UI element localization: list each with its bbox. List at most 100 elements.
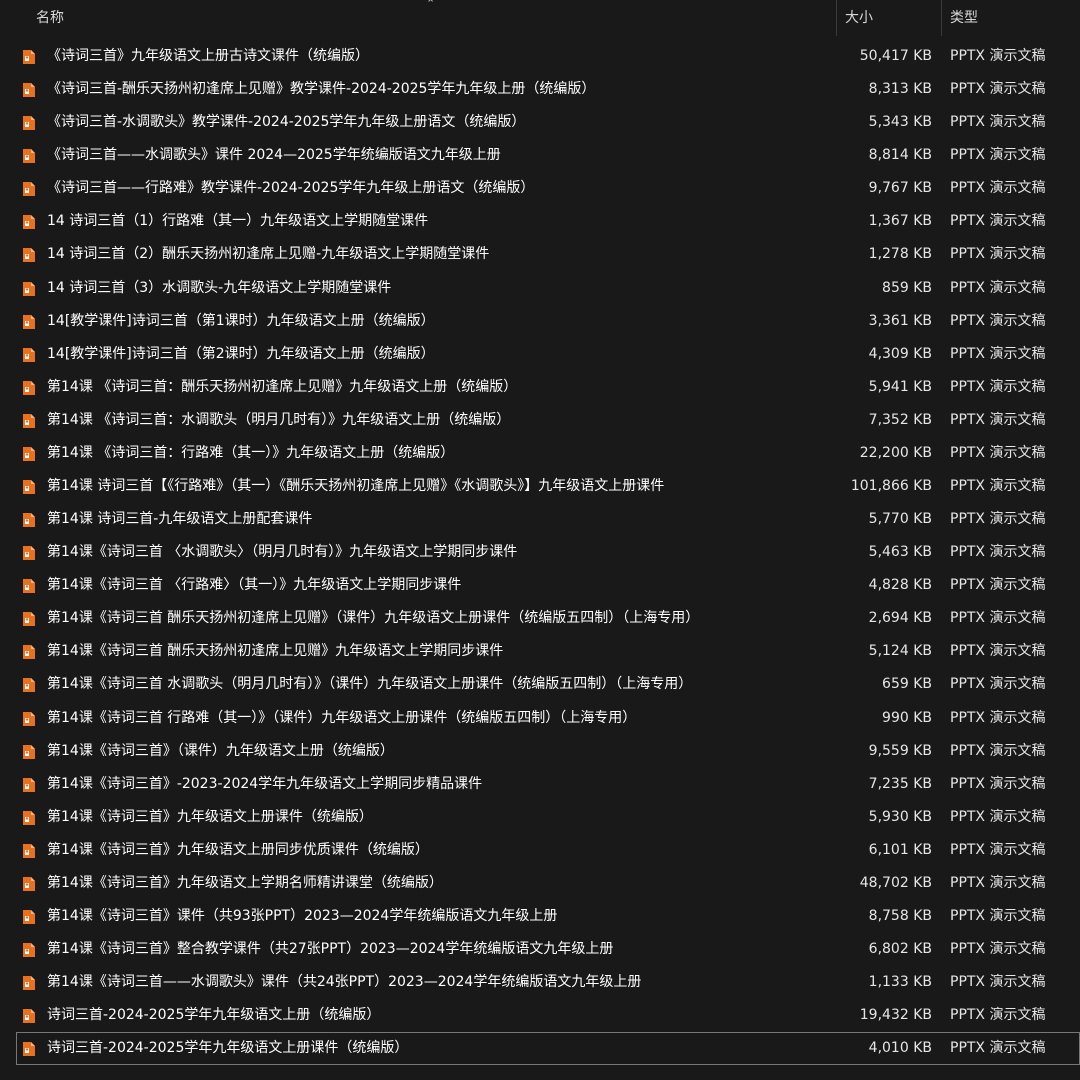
file-row[interactable]: 《诗词三首——水调歌头》课件 2024—2025学年统编版语文九年级上册 8,8… [0, 139, 1080, 172]
file-size: 5,343 KB [868, 114, 932, 131]
file-row[interactable]: 诗词三首-2024-2025学年九年级语文上册（统编版） 19,432 KB P… [0, 999, 1080, 1032]
file-row[interactable]: 14 诗词三首（3）水调歌头-九年级语文上学期随堂课件 859 KB PPTX … [0, 272, 1080, 305]
file-size: 8,313 KB [868, 81, 932, 98]
file-row[interactable]: 第14课《诗词三首 〈行路难〉（其一）》九年级语文上学期同步课件 4,828 K… [0, 569, 1080, 602]
file-row[interactable]: 第14课 《诗词三首：水调歌头（明月几时有）》九年级语文上册（统编版） 7,35… [0, 404, 1080, 437]
pptx-file-icon [23, 976, 35, 991]
file-size: 6,101 KB [868, 841, 932, 858]
file-row[interactable]: 《诗词三首-酬乐天扬州初逢席上见赠》教学课件-2024-2025学年九年级上册（… [0, 73, 1080, 106]
file-size: 7,235 KB [868, 775, 932, 792]
sort-ascending-icon[interactable]: ⌃ [426, 0, 435, 10]
file-row[interactable]: 第14课 诗词三首【《行路难》（其一）《酬乐天扬州初逢席上见赠》《水调歌头》】九… [0, 470, 1080, 503]
column-header-type[interactable]: 类型 [950, 0, 978, 36]
file-size: 19,432 KB [859, 1007, 932, 1024]
file-row[interactable]: 第14课《诗词三首——水调歌头》课件（共24张PPT）2023—2024学年统编… [0, 966, 1080, 999]
file-name: 第14课《诗词三首》-2023-2024学年九年级语文上学期同步精品课件 [47, 775, 483, 792]
file-row[interactable]: 第14课《诗词三首》-2023-2024学年九年级语文上学期同步精品课件 7,2… [0, 768, 1080, 801]
file-type: PPTX 演示文稿 [950, 544, 1046, 561]
file-size: 48,702 KB [859, 874, 932, 891]
file-name: 第14课 诗词三首-九年级语文上册配套课件 [47, 511, 313, 528]
file-size: 5,770 KB [868, 511, 932, 528]
file-type: PPTX 演示文稿 [950, 411, 1046, 428]
file-row[interactable]: 14 诗词三首（1）行路难（其一）九年级语文上学期随堂课件 1,367 KB P… [0, 205, 1080, 238]
file-row[interactable]: 第14课《诗词三首 酬乐天扬州初逢席上见赠》（课件）九年级语文上册课件（统编版五… [0, 602, 1080, 635]
file-name: 《诗词三首——水调歌头》课件 2024—2025学年统编版语文九年级上册 [47, 147, 501, 164]
file-type: PPTX 演示文稿 [950, 378, 1046, 395]
pptx-file-icon [23, 546, 35, 561]
file-name: 第14课《诗词三首 水调歌头（明月几时有）》（课件）九年级语文上册课件（统编版五… [47, 676, 693, 693]
file-row[interactable]: 《诗词三首》九年级语文上册古诗文课件（统编版） 50,417 KB PPTX 演… [0, 40, 1080, 73]
file-size: 8,814 KB [868, 147, 932, 164]
file-row[interactable]: 第14课《诗词三首》九年级语文上册课件（统编版） 5,930 KB PPTX 演… [0, 801, 1080, 834]
file-row[interactable]: 第14课《诗词三首》九年级语文上学期名师精讲课堂（统编版） 48,702 KB … [0, 867, 1080, 900]
file-name: 14 诗词三首（3）水调歌头-九年级语文上学期随堂课件 [47, 279, 392, 296]
file-type: PPTX 演示文稿 [950, 147, 1046, 164]
file-size: 1,367 KB [868, 213, 932, 230]
pptx-file-icon [23, 1042, 35, 1057]
file-row[interactable]: 第14课《诗词三首 水调歌头（明月几时有）》（课件）九年级语文上册课件（统编版五… [0, 668, 1080, 701]
file-name: 第14课《诗词三首 〈水调歌头〉（明月几时有）》九年级语文上学期同步课件 [47, 544, 518, 561]
pptx-file-icon [23, 513, 35, 528]
pptx-file-icon [23, 314, 35, 329]
file-type: PPTX 演示文稿 [950, 808, 1046, 825]
file-name: 《诗词三首-酬乐天扬州初逢席上见赠》教学课件-2024-2025学年九年级上册（… [47, 81, 596, 98]
file-name: 第14课《诗词三首》整合教学课件（共27张PPT）2023—2024学年统编版语… [47, 941, 614, 958]
file-type: PPTX 演示文稿 [950, 48, 1046, 64]
pptx-file-icon [23, 480, 35, 495]
file-type: PPTX 演示文稿 [950, 213, 1046, 230]
pptx-file-icon [23, 744, 35, 759]
file-row[interactable]: 14[教学课件]诗词三首（第1课时）九年级语文上册（统编版） 3,361 KB … [0, 305, 1080, 338]
file-name: 14 诗词三首（1）行路难（其一）九年级语文上学期随堂课件 [47, 213, 429, 230]
file-row[interactable]: 第14课《诗词三首》（课件）九年级语文上册（统编版） 9,559 KB PPTX… [0, 735, 1080, 768]
file-row[interactable]: 《诗词三首-水调歌头》教学课件-2024-2025学年九年级上册语文（统编版） … [0, 106, 1080, 139]
column-divider[interactable] [941, 0, 942, 36]
file-name: 第14课《诗词三首》九年级语文上册同步优质课件（统编版） [47, 841, 429, 858]
pptx-file-icon [23, 777, 35, 792]
file-name: 第14课 《诗词三首：水调歌头（明月几时有）》九年级语文上册（统编版） [47, 411, 511, 428]
file-row[interactable]: 第14课《诗词三首 〈水调歌头〉（明月几时有）》九年级语文上学期同步课件 5,4… [0, 536, 1080, 569]
file-row[interactable]: 14[教学课件]诗词三首（第2课时）九年级语文上册（统编版） 4,309 KB … [0, 338, 1080, 371]
file-row[interactable]: 第14课《诗词三首 酬乐天扬州初逢席上见赠》九年级语文上学期同步课件 5,124… [0, 635, 1080, 668]
file-row[interactable]: 第14课《诗词三首》课件（共93张PPT）2023—2024学年统编版语文九年级… [0, 900, 1080, 933]
file-name: 诗词三首-2024-2025学年九年级语文上册课件（统编版） [47, 1040, 409, 1057]
pptx-file-icon [23, 215, 35, 230]
file-type: PPTX 演示文稿 [950, 908, 1046, 925]
file-row[interactable]: 第14课《诗词三首》九年级语文上册同步优质课件（统编版） 6,101 KB PP… [0, 834, 1080, 867]
pptx-file-icon [23, 413, 35, 428]
file-row[interactable]: 14 诗词三首（2）酬乐天扬州初逢席上见赠-九年级语文上学期随堂课件 1,278… [0, 238, 1080, 271]
file-name: 第14课 诗词三首【《行路难》（其一）《酬乐天扬州初逢席上见赠》《水调歌头》】九… [47, 478, 665, 495]
file-name: 诗词三首-2024-2025学年九年级语文上册（统编版） [47, 1007, 381, 1024]
file-row[interactable]: 第14课 《诗词三首：酬乐天扬州初逢席上见赠》九年级语文上册（统编版） 5,94… [0, 371, 1080, 404]
pptx-file-icon [23, 1009, 35, 1024]
file-name: 14[教学课件]诗词三首（第1课时）九年级语文上册（统编版） [47, 312, 435, 329]
column-header-bar: ⌃ 名称 大小 类型 [0, 0, 1080, 36]
pptx-file-icon [23, 446, 35, 461]
file-type: PPTX 演示文稿 [950, 1007, 1046, 1024]
pptx-file-icon [23, 248, 35, 263]
file-size: 4,309 KB [868, 345, 932, 362]
file-name: 第14课 《诗词三首：酬乐天扬州初逢席上见赠》九年级语文上册（统编版） [47, 378, 518, 395]
pptx-file-icon [23, 116, 35, 131]
file-row[interactable]: 第14课《诗词三首 行路难（其一）》（课件）九年级语文上册课件（统编版五四制）（… [0, 702, 1080, 735]
file-name: 第14课《诗词三首 〈行路难〉（其一）》九年级语文上学期同步课件 [47, 577, 462, 594]
file-row[interactable]: 第14课 诗词三首-九年级语文上册配套课件 5,770 KB PPTX 演示文稿 [0, 503, 1080, 536]
file-list: 《诗词三首》九年级语文上册古诗文课件（统编版） 50,417 KB PPTX 演… [0, 40, 1080, 1066]
pptx-file-icon [23, 347, 35, 362]
column-divider[interactable] [836, 0, 837, 36]
file-size: 859 KB [882, 279, 932, 296]
column-header-name[interactable]: 名称 [36, 0, 64, 36]
file-size: 9,767 KB [868, 180, 932, 197]
pptx-file-icon [23, 579, 35, 594]
pptx-file-icon [23, 910, 35, 925]
file-size: 7,352 KB [868, 411, 932, 428]
file-type: PPTX 演示文稿 [950, 643, 1046, 660]
file-type: PPTX 演示文稿 [950, 444, 1046, 461]
file-row[interactable]: 《诗词三首——行路难》教学课件-2024-2025学年九年级上册语文（统编版） … [0, 172, 1080, 205]
file-row[interactable]: 第14课 《诗词三首：行路难（其一）》九年级语文上册（统编版） 22,200 K… [0, 437, 1080, 470]
file-row[interactable]: 诗词三首-2024-2025学年九年级语文上册课件（统编版） 4,010 KB … [16, 1032, 1080, 1066]
file-name: 第14课《诗词三首 酬乐天扬州初逢席上见赠》（课件）九年级语文上册课件（统编版五… [47, 610, 700, 627]
file-name: 第14课《诗词三首》课件（共93张PPT）2023—2024学年统编版语文九年级… [47, 908, 558, 925]
file-size: 4,828 KB [868, 577, 932, 594]
file-row[interactable]: 第14课《诗词三首》整合教学课件（共27张PPT）2023—2024学年统编版语… [0, 933, 1080, 966]
column-header-size[interactable]: 大小 [845, 0, 873, 36]
